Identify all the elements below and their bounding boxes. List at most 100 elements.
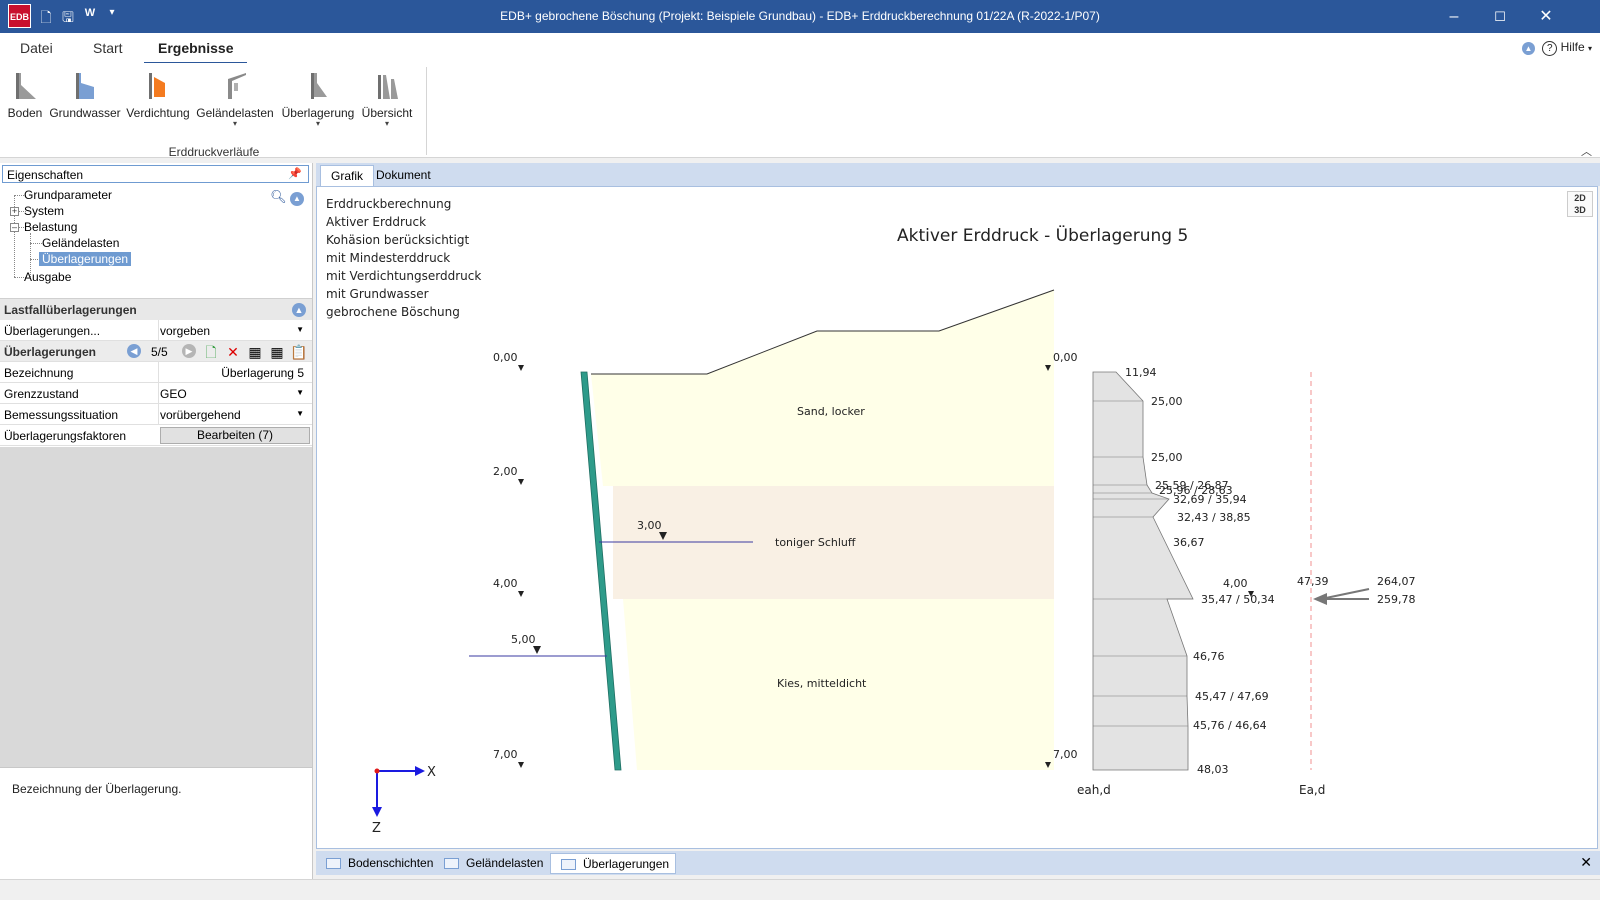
gelaendelasten-icon (228, 73, 246, 99)
ribbon-toggle-icon[interactable]: ▲ (1521, 42, 1535, 55)
word-export-icon[interactable]: W (82, 7, 98, 25)
help-dropdown-icon: ▾ (1587, 44, 1592, 53)
tab-datei[interactable]: Datei (20, 40, 53, 56)
ribbon-verdichtung-button[interactable]: Verdichtung (126, 69, 190, 120)
minimize-icon[interactable]: – (1440, 6, 1468, 28)
pressure-label: 11,94 (1125, 366, 1157, 379)
tree-item-ausgabe[interactable]: Ausgabe (24, 270, 71, 284)
water-level-label: 5,00 (511, 633, 536, 646)
tree-tools: 🔍︎ ▲ (270, 189, 304, 206)
row-ueberlagerungsfaktoren: Überlagerungsfaktoren Bearbeiten (7) (0, 425, 312, 446)
tab-bodenschichten[interactable]: Bodenschichten (316, 853, 439, 874)
ueberlagerungen-mode-select[interactable]: vorgeben (160, 324, 210, 338)
window-title: EDB+ gebrochene Böschung (Projekt: Beisp… (500, 9, 1100, 23)
help-menu[interactable]: ▲ ? Hilfe ▾ (1521, 40, 1592, 56)
next-icon[interactable]: ▶ (182, 344, 196, 358)
tab-ueberlagerungen-table[interactable]: Überlagerungen (550, 853, 677, 874)
pressure-label: 46,76 (1193, 650, 1225, 663)
ueberlagerung-counter: 5/5 (151, 345, 168, 359)
dropdown-arrow-icon[interactable]: ▼ (296, 325, 304, 334)
z-axis-arrowhead (372, 807, 382, 817)
collapse-belastung-icon[interactable]: – (10, 223, 19, 232)
ribbon-uebersicht-button[interactable]: Übersicht ▾ (360, 69, 414, 128)
grenzzustand-select[interactable]: GEO (160, 387, 187, 401)
dropdown-arrow-icon[interactable]: ▼ (296, 409, 304, 418)
axis-label-eah: eah,d (1077, 783, 1111, 797)
table-icon (561, 859, 576, 870)
search-icon[interactable]: 🔍︎ (270, 189, 287, 204)
x-axis-arrowhead (415, 766, 425, 776)
axis-label-ea: Ea,d (1299, 783, 1325, 797)
depth-label: 7,00 (1053, 748, 1078, 761)
previous-icon[interactable]: ◀ (127, 344, 141, 358)
pressure-label: 48,03 (1197, 763, 1229, 776)
tree-item-ueberlagerungen[interactable]: Überlagerungen (39, 252, 132, 266)
ueberlagerungen-mode-label: Überlagerungen... (4, 324, 101, 338)
expand-system-icon[interactable]: + (10, 207, 19, 216)
table-edit-icon[interactable]: ▦ (269, 344, 285, 360)
tree-item-grundparameter[interactable]: Grundparameter (24, 188, 112, 202)
verdichtung-icon (149, 73, 165, 99)
tree-item-system[interactable]: System (24, 204, 64, 218)
tab-start[interactable]: Start (93, 40, 123, 56)
table-icon[interactable]: ▦ (247, 344, 263, 360)
close-panel-icon[interactable]: ✕ (1580, 854, 1592, 871)
row-ueberlagerungen-mode[interactable]: Überlagerungen... vorgeben ▼ (0, 320, 312, 341)
ribbon-collapse-icon[interactable]: ︿ (1581, 143, 1592, 159)
ribbon-boden-label: Boden (7, 106, 43, 120)
ribbon-boden-button[interactable]: Boden (6, 69, 44, 120)
row-grenzzustand[interactable]: Grenzzustand GEO ▼ (0, 383, 312, 404)
water-level-marker-2 (533, 646, 541, 654)
section-collapse-icon[interactable]: ▲ (292, 303, 306, 317)
tree-collapse-icon[interactable]: ▲ (290, 192, 304, 206)
new-file-icon[interactable]: 🗋 (38, 7, 54, 25)
ribbon-ueberlagerung-button[interactable]: Überlagerung ▾ (280, 69, 356, 128)
delete-icon[interactable]: ✕ (225, 344, 241, 360)
maximize-icon[interactable]: ☐ (1486, 6, 1514, 28)
pressure-label: 45,76 / 46,64 (1193, 719, 1267, 732)
lastfall-section: Lastfallüberlagerungen ▲ (0, 298, 312, 320)
bezeichnung-input[interactable]: Überlagerung 5 (221, 366, 304, 380)
save-icon[interactable]: 🖫 (60, 7, 76, 25)
origin-point (374, 768, 380, 774)
property-description: Bezeichnung der Überlagerung. (0, 767, 312, 879)
x-axis-label: X (427, 765, 436, 780)
ribbon-uebersicht-label: Übersicht (361, 106, 413, 120)
tab-gelaendelasten-label: Geländelasten (466, 856, 544, 870)
clipboard-icon[interactable]: 📋 (290, 344, 307, 360)
bearbeiten-button[interactable]: Bearbeiten (7) (160, 427, 310, 444)
pressure-label: 32,69 / 35,94 (1173, 493, 1247, 506)
add-icon[interactable]: 🗋 (203, 344, 219, 360)
help-label: Hilfe (1560, 40, 1585, 54)
resultant-label: 259,78 (1377, 593, 1416, 606)
tab-gelaendelasten-table[interactable]: Geländelasten (434, 853, 549, 874)
pin-icon[interactable]: 📌 (288, 167, 302, 180)
depth-label: 7,00 (493, 748, 518, 761)
close-icon[interactable]: ✕ (1532, 6, 1560, 28)
resultant-label: 47,39 (1297, 575, 1329, 588)
ribbon-gelaendelasten-button[interactable]: Geländelasten ▾ (196, 69, 274, 128)
ribbon-ueberlagerung-label: Überlagerung (281, 106, 355, 120)
row-bemessungssituation[interactable]: Bemessungssituation vorübergehend ▼ (0, 404, 312, 425)
earth-pressure-diagram: 3,00 5,00 Sand, locker toniger Schluff K… (372, 289, 1416, 836)
tree-item-gelaendelasten[interactable]: Geländelasten (42, 236, 119, 250)
pressure-label: 32,43 / 38,85 (1177, 511, 1251, 524)
resultant-arrowhead (1313, 593, 1327, 605)
pressure-label: 25,00 (1151, 451, 1183, 464)
quick-access-dropdown-icon[interactable]: ▾ (104, 7, 120, 25)
bemessung-select[interactable]: vorübergehend (160, 408, 241, 422)
row-bezeichnung[interactable]: Bezeichnung Überlagerung 5 (0, 362, 312, 383)
ribbon-grundwasser-button[interactable]: Grundwasser (48, 69, 122, 120)
tab-dokument[interactable]: Dokument (366, 165, 441, 186)
depth-marker (518, 762, 524, 768)
dropdown-arrow-icon[interactable]: ▼ (296, 388, 304, 397)
tab-ergebnisse[interactable]: Ergebnisse (143, 40, 249, 65)
pressure-label: 36,67 (1173, 536, 1205, 549)
tab-ueberlagerungen-label: Überlagerungen (583, 857, 670, 871)
bemessung-label: Bemessungssituation (4, 408, 119, 422)
gelaendelasten-dropdown-icon: ▾ (232, 119, 237, 128)
tree-item-belastung[interactable]: Belastung (24, 220, 77, 234)
ribbon-gelaendelasten-label: Geländelasten (196, 106, 274, 120)
depth-label: 2,00 (493, 465, 518, 478)
pressure-label: 25,00 (1151, 395, 1183, 408)
